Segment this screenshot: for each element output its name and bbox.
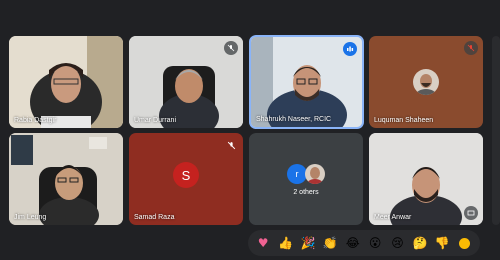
heart-emoji-button[interactable]: ♥	[255, 235, 271, 251]
edge-tile	[492, 36, 500, 225]
thumbs-up-emoji-button[interactable]: 👍	[278, 235, 294, 251]
mic-muted-icon	[224, 41, 238, 55]
clapping-emoji-button[interactable]: 👏	[322, 235, 338, 251]
thinking-emoji-button[interactable]: 🤔	[412, 235, 428, 251]
participant-name: Samad Raza	[134, 214, 175, 221]
others-count-label: 2 others	[293, 189, 319, 196]
mic-muted-icon	[224, 138, 238, 152]
participant-tile-samad[interactable]: S Samad Raza	[129, 133, 243, 225]
joy-emoji-button[interactable]: 😂	[345, 235, 361, 251]
participant-tile-jim[interactable]: Jim Leung	[9, 133, 123, 225]
participant-name: Jim Leung	[14, 214, 47, 221]
mic-muted-icon	[464, 41, 478, 55]
smiley-icon	[459, 237, 471, 249]
speaking-indicator-icon	[343, 42, 357, 56]
participant-tile-others[interactable]: r 2 others	[249, 133, 363, 225]
participant-name: Luquman Shaheen	[374, 117, 434, 124]
reactions-bar: ♥ 👍 🎉 👏 😂 😮 😢 🤔 👎	[248, 230, 480, 256]
video-feed	[9, 133, 123, 225]
more-emoji-button[interactable]	[457, 235, 473, 251]
avatar: r	[287, 164, 307, 184]
participant-tile-shahrukh[interactable]: Shahrukh Naseer, RCIC	[249, 35, 364, 129]
participant-name: Rabia Dastgir	[14, 117, 57, 124]
thumbs-down-emoji-button[interactable]: 👎	[434, 235, 450, 251]
surprised-emoji-button[interactable]: 😮	[367, 235, 383, 251]
avatar	[305, 164, 325, 184]
participant-tile-luquman[interactable]: Luquman Shaheen	[369, 36, 483, 128]
participant-tile-rabia[interactable]: Rabia Dastgir	[9, 36, 123, 128]
participant-tile-meer[interactable]: Meer Anwar	[369, 133, 483, 225]
avatar: S	[173, 162, 199, 188]
participant-tile-umar[interactable]: Umar Durrani	[129, 36, 243, 128]
party-popper-emoji-button[interactable]: 🎉	[300, 235, 316, 251]
avatar	[413, 69, 439, 95]
participant-name: Shahrukh Naseer, RCIC	[256, 116, 332, 123]
participant-name: Umar Durrani	[134, 117, 177, 124]
sad-emoji-button[interactable]: 😢	[390, 235, 406, 251]
pin-icon[interactable]	[464, 206, 478, 220]
participant-name: Meer Anwar	[374, 214, 412, 221]
video-feed	[9, 36, 123, 128]
